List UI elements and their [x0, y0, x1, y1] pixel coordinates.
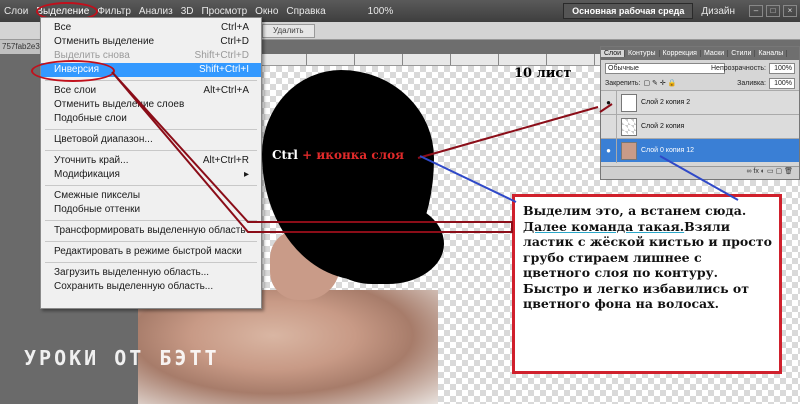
menu-item-all[interactable]: Все Ctrl+A — [41, 21, 261, 35]
menu-separator — [45, 129, 257, 130]
tab-adjustments[interactable]: Коррекция — [660, 50, 701, 57]
layer-thumbnail — [621, 141, 637, 160]
layer-thumbnail — [621, 93, 637, 112]
menu-item-color-range[interactable]: Цветовой диапазон... — [41, 133, 261, 147]
menu-separator — [45, 220, 257, 221]
menu-item-quick-mask[interactable]: Редактировать в режиме быстрой маски — [41, 245, 261, 259]
fill-label: Заливка: — [737, 79, 766, 87]
menu-layers[interactable]: Слои — [0, 6, 32, 17]
workspace-button[interactable]: Основная рабочая среда — [563, 3, 694, 19]
minimize-icon[interactable]: – — [749, 5, 763, 17]
menu-item-similar-layers[interactable]: Подобные слои — [41, 112, 261, 126]
menu-item-modify[interactable]: Модификация ▸ — [41, 168, 261, 182]
tab-channels[interactable]: Каналы — [755, 50, 788, 57]
layer-thumbnail — [621, 117, 637, 136]
menu-item-deselect-layers[interactable]: Отменить выделение слоев — [41, 98, 261, 112]
layer-name[interactable]: Слой 2 копия 2 — [641, 99, 690, 106]
opacity-label: Непрозрачность: — [711, 64, 766, 72]
menu-separator — [45, 262, 257, 263]
hair-selection-lower — [326, 200, 444, 284]
close-icon[interactable]: × — [783, 5, 797, 17]
menu-separator — [45, 150, 257, 151]
menu-item-load-selection[interactable]: Загрузить выделенную область... — [41, 266, 261, 280]
menu-separator — [45, 185, 257, 186]
tab-layers[interactable]: Слои — [601, 50, 626, 57]
select-dropdown-menu: Все Ctrl+A Отменить выделение Ctrl+D Выдел… — [40, 17, 262, 309]
menu-select[interactable]: Выделение — [32, 6, 93, 17]
eye-icon[interactable]: ● — [601, 138, 617, 163]
menu-window[interactable]: Окно — [251, 6, 282, 17]
zoom-level[interactable]: 100% — [364, 6, 398, 17]
menu-item-inverse[interactable]: Инверсия Shift+Ctrl+I — [41, 63, 261, 77]
layer-row[interactable]: ● Слой 2 копия 2 — [601, 90, 799, 115]
watermark: УРОКИ ОТ БЭТТ — [24, 346, 220, 370]
menu-analysis[interactable]: Анализ — [135, 6, 177, 17]
tab-masks[interactable]: Маски — [701, 50, 729, 57]
tab-styles[interactable]: Стили — [728, 50, 756, 57]
layer-row-selected[interactable]: ● Слой 0 копия 12 — [601, 138, 799, 163]
ctrl-plus-text: + иконка слоя — [302, 148, 405, 162]
submenu-arrow-icon: ▸ — [243, 169, 249, 180]
menu-3d[interactable]: 3D — [177, 6, 198, 17]
menu-item-save-selection[interactable]: Сохранить выделенную область... — [41, 280, 261, 294]
ruler — [258, 54, 600, 66]
layers-panel: Слои Контуры Коррекция Маски Стили Канал… — [600, 46, 800, 180]
refine-button[interactable]: Удалить — [262, 24, 315, 38]
layer-row[interactable]: Слой 2 копия — [601, 114, 799, 139]
instruction-line2-underlined: Далее команда такая. — [523, 218, 685, 234]
layers-footer-icons[interactable]: ∞ fx ◐ ▭ ▢ 🗑 — [601, 166, 799, 179]
menu-item-transform-selection[interactable]: Трансформировать выделенную область — [41, 224, 261, 238]
maximize-icon[interactable]: □ — [766, 5, 780, 17]
instruction-line1: Выделим это, а встанем сюда. — [523, 203, 747, 218]
ctrl-annotation: Ctrl + иконка слоя — [272, 148, 404, 162]
menu-filter[interactable]: Фильтр — [93, 6, 135, 17]
lock-icons[interactable]: ▢ ✎ ✛ 🔒 — [643, 79, 676, 87]
menu-item-grow[interactable]: Смежные пикселы — [41, 189, 261, 203]
opacity-field[interactable]: 100% — [769, 62, 795, 74]
workspace-design[interactable]: Дизайн — [701, 6, 735, 17]
menu-item-reselect[interactable]: Выделить снова Shift+Ctrl+D — [41, 49, 261, 63]
tab-paths[interactable]: Контуры — [625, 50, 660, 57]
instruction-box: Выделим это, а встанем сюда. Далее коман… — [512, 194, 782, 374]
menu-separator — [45, 241, 257, 242]
layer-name[interactable]: Слой 2 копия — [641, 123, 684, 130]
menu-item-similar[interactable]: Подобные оттенки — [41, 203, 261, 217]
menu-item-refine-edge[interactable]: Уточнить край... Alt+Ctrl+R — [41, 154, 261, 168]
fill-field[interactable]: 100% — [769, 77, 795, 89]
lock-label: Закрепить: — [605, 79, 641, 87]
sheet-label: 10 лист — [514, 66, 572, 81]
blend-mode-select[interactable]: Обычные — [605, 62, 725, 74]
eye-icon[interactable]: ● — [601, 90, 617, 115]
layer-name[interactable]: Слой 0 копия 12 — [641, 147, 694, 154]
menu-item-deselect[interactable]: Отменить выделение Ctrl+D — [41, 35, 261, 49]
layers-tabs: Слои Контуры Коррекция Маски Стили Канал… — [601, 47, 799, 60]
menu-view[interactable]: Просмотр — [197, 6, 251, 17]
menu-item-all-layers[interactable]: Все слои Alt+Ctrl+A — [41, 84, 261, 98]
menu-separator — [45, 80, 257, 81]
ctrl-text: Ctrl — [272, 148, 298, 162]
eye-icon[interactable] — [601, 114, 617, 139]
menu-help[interactable]: Справка — [282, 6, 329, 17]
